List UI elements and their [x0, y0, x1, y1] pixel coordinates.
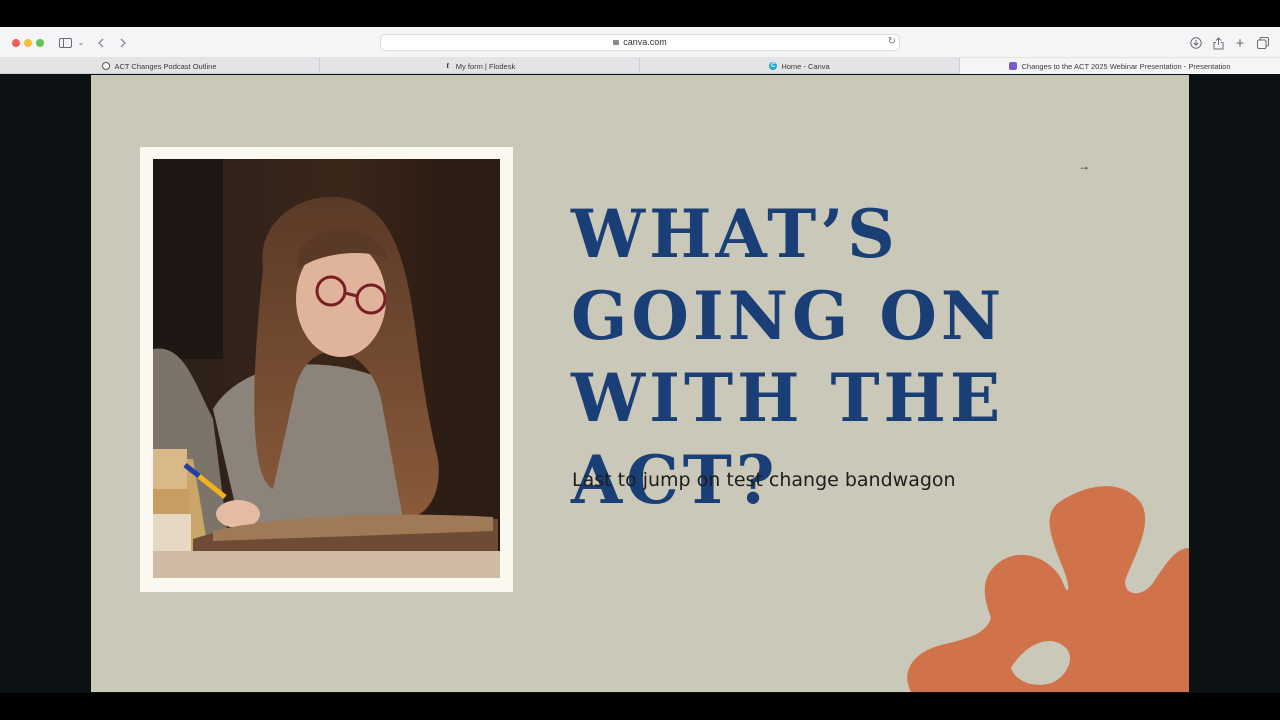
tab-bar: ACT Changes Podcast Outline f My form | …: [0, 58, 1280, 74]
presentation-slide[interactable]: WHAT’S GOING ON WITH THE ACT? Last to ju…: [91, 75, 1189, 692]
chevron-down-icon[interactable]: ⌄: [73, 35, 89, 51]
tab-act-changes-podcast[interactable]: ACT Changes Podcast Outline: [0, 58, 320, 74]
tab-flodesk-form[interactable]: f My form | Flodesk: [320, 58, 640, 74]
forward-button[interactable]: [115, 35, 131, 51]
canva-presentation-icon: [1009, 62, 1018, 70]
flodesk-icon: f: [446, 62, 449, 70]
canva-icon: C: [769, 62, 778, 70]
photo-frame: [140, 147, 513, 592]
tab-overview-icon[interactable]: [1255, 35, 1271, 51]
reload-icon[interactable]: ↻: [888, 36, 896, 47]
browser-toolbar: ⌄ canva.com ↻ +: [0, 27, 1280, 58]
close-window-button[interactable]: [12, 39, 20, 47]
student-writing-photo: [153, 159, 500, 578]
tab-home-canva[interactable]: C Home - Canva: [640, 58, 960, 74]
browser-window: ⌄ canva.com ↻ + ACT Changes Podcast Outl…: [0, 27, 1280, 693]
address-text: canva.com: [623, 37, 667, 47]
share-icon[interactable]: [1210, 35, 1226, 51]
tab-label: My form | Flodesk: [455, 61, 516, 71]
decorative-blob-shape: [907, 486, 1189, 692]
tab-label: Changes to the ACT 2025 Webinar Presenta…: [1021, 61, 1231, 71]
tab-label: Home - Canva: [781, 61, 830, 71]
new-tab-icon[interactable]: +: [1232, 35, 1248, 51]
address-bar[interactable]: canva.com ↻: [380, 34, 900, 51]
tab-label: ACT Changes Podcast Outline: [114, 61, 217, 71]
minimize-window-button[interactable]: [24, 39, 32, 47]
arrow-right-icon: →: [1078, 159, 1090, 173]
sidebar-toggle-icon[interactable]: [57, 35, 73, 51]
notion-icon: [102, 62, 111, 70]
downloads-icon[interactable]: [1188, 35, 1204, 51]
tab-webinar-presentation[interactable]: Changes to the ACT 2025 Webinar Presenta…: [960, 58, 1280, 74]
lock-icon: [613, 40, 620, 45]
zoom-window-button[interactable]: [36, 39, 44, 47]
back-button[interactable]: [93, 35, 109, 51]
